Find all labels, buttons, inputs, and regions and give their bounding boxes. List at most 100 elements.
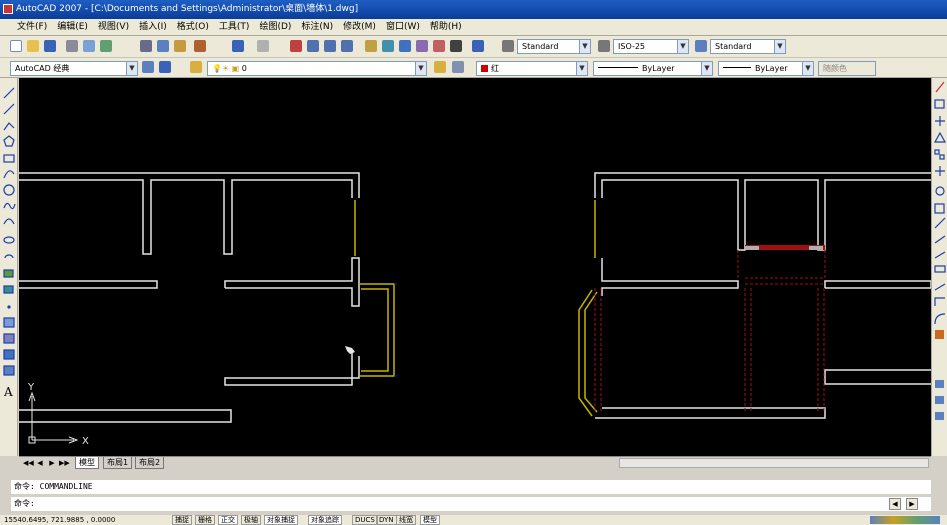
otrack-toggle[interactable]: 对象追踪 bbox=[308, 515, 342, 525]
ellipse-icon[interactable] bbox=[3, 236, 15, 244]
gradient-icon[interactable] bbox=[3, 333, 15, 344]
explode-icon[interactable] bbox=[935, 330, 944, 339]
menu-help[interactable]: 帮助(H) bbox=[425, 19, 467, 36]
layer-select[interactable]: 💡☀ ▣ 0 ▼ bbox=[207, 61, 427, 76]
menu-edit[interactable]: 编辑(E) bbox=[52, 19, 93, 36]
make-object-layer-current-icon[interactable] bbox=[434, 61, 446, 73]
tab-layout2[interactable]: 布局2 bbox=[135, 457, 165, 469]
offset-icon[interactable] bbox=[933, 131, 947, 143]
stretch-icon[interactable] bbox=[934, 217, 946, 229]
grid-toggle[interactable]: 栅格 bbox=[195, 515, 215, 525]
designcenter-icon[interactable] bbox=[382, 40, 394, 52]
extend-icon[interactable] bbox=[934, 251, 946, 259]
workspace-select[interactable]: AutoCAD 经典 ▼ bbox=[10, 61, 138, 76]
help-icon[interactable] bbox=[472, 40, 484, 52]
layer-manager-icon[interactable] bbox=[190, 61, 202, 73]
tab-model[interactable]: 模型 bbox=[75, 457, 99, 469]
text-style-select[interactable]: Standard ▼ bbox=[517, 39, 591, 54]
region-icon[interactable] bbox=[3, 349, 15, 360]
polar-toggle[interactable]: 极轴 bbox=[241, 515, 261, 525]
ducs-toggle[interactable]: DUCS bbox=[352, 515, 378, 525]
open-icon[interactable] bbox=[27, 40, 39, 52]
tab-layout1[interactable]: 布局1 bbox=[103, 457, 133, 469]
hatch-icon[interactable] bbox=[3, 317, 15, 328]
snap-toggle[interactable]: 捕捉 bbox=[172, 515, 192, 525]
menu-format[interactable]: 格式(O) bbox=[172, 19, 214, 36]
drawing-area[interactable]: Y X bbox=[19, 78, 931, 456]
paste-icon[interactable] bbox=[174, 40, 186, 52]
polyline-icon[interactable] bbox=[3, 122, 15, 131]
sheetset-icon[interactable] bbox=[416, 40, 428, 52]
multiline-text-icon[interactable]: A bbox=[3, 385, 13, 399]
arc-icon[interactable] bbox=[3, 170, 15, 179]
tray-icons[interactable] bbox=[870, 516, 940, 524]
table-icon[interactable] bbox=[3, 365, 15, 376]
layer-previous-icon[interactable] bbox=[452, 61, 464, 73]
publish-icon[interactable] bbox=[100, 40, 112, 52]
ellipse-arc-icon[interactable] bbox=[4, 254, 14, 259]
construction-line-icon[interactable] bbox=[3, 103, 15, 115]
chamfer-icon[interactable] bbox=[934, 297, 945, 306]
menu-modify[interactable]: 修改(M) bbox=[338, 19, 381, 36]
horizontal-scrollbar[interactable] bbox=[619, 458, 929, 468]
erase-icon[interactable] bbox=[935, 81, 945, 93]
ortho-toggle[interactable]: 正交 bbox=[218, 515, 238, 525]
fillet-icon[interactable] bbox=[934, 313, 946, 325]
last-tab-icon[interactable]: ▶▶ bbox=[59, 458, 70, 468]
break-icon[interactable] bbox=[934, 265, 946, 273]
matchprop-icon[interactable] bbox=[194, 40, 206, 52]
cut-icon[interactable] bbox=[140, 40, 152, 52]
osnap-toggle[interactable]: 对象捕捉 bbox=[264, 515, 298, 525]
plot-icon[interactable] bbox=[66, 40, 78, 52]
menu-tools[interactable]: 工具(T) bbox=[214, 19, 255, 36]
zoom-previous-icon[interactable] bbox=[341, 40, 353, 52]
undo-icon[interactable] bbox=[232, 40, 244, 52]
circle-icon[interactable] bbox=[3, 184, 15, 196]
menu-draw[interactable]: 绘图(D) bbox=[254, 19, 296, 36]
prev-tab-icon[interactable]: ◀ bbox=[35, 458, 45, 468]
revision-cloud-icon[interactable] bbox=[3, 202, 16, 210]
menu-window[interactable]: 窗口(W) bbox=[381, 19, 425, 36]
rectangle-icon[interactable] bbox=[3, 154, 15, 163]
insert-block-icon[interactable] bbox=[3, 269, 14, 278]
model-toggle[interactable]: 模型 bbox=[420, 515, 440, 525]
spline-icon[interactable] bbox=[3, 218, 15, 225]
menu-view[interactable]: 视图(V) bbox=[93, 19, 134, 36]
menu-dimension[interactable]: 标注(N) bbox=[296, 19, 338, 36]
tools-icon[interactable] bbox=[935, 412, 944, 420]
dyn-toggle[interactable]: DYN bbox=[376, 515, 397, 525]
markup-icon[interactable] bbox=[433, 40, 445, 52]
new-icon[interactable] bbox=[10, 40, 22, 52]
workspace-settings-icon[interactable] bbox=[142, 61, 154, 73]
mirror-icon[interactable] bbox=[935, 116, 945, 126]
zoom-window-icon[interactable] bbox=[324, 40, 336, 52]
array-icon[interactable] bbox=[934, 149, 940, 155]
polygon-icon[interactable] bbox=[3, 135, 15, 147]
color-select[interactable]: 红 ▼ bbox=[476, 61, 588, 76]
calc-icon[interactable] bbox=[450, 40, 462, 52]
rotate-icon[interactable] bbox=[935, 186, 945, 196]
copy-object-icon[interactable] bbox=[934, 99, 945, 109]
autocad-app-icon[interactable] bbox=[3, 4, 13, 14]
draworder-icon[interactable] bbox=[935, 380, 944, 388]
scale-icon[interactable] bbox=[934, 203, 945, 214]
redo-icon[interactable] bbox=[257, 40, 269, 52]
menu-insert[interactable]: 插入(I) bbox=[134, 19, 172, 36]
save-icon[interactable] bbox=[44, 40, 56, 52]
menu-file[interactable]: 文件(F) bbox=[12, 19, 52, 36]
join-icon[interactable] bbox=[934, 283, 946, 291]
command-input[interactable]: 命令: bbox=[11, 497, 931, 511]
preview-icon[interactable] bbox=[83, 40, 95, 52]
command-scroll-left-icon[interactable]: ◀ bbox=[889, 498, 901, 510]
point-icon[interactable] bbox=[7, 305, 11, 309]
lineweight-select[interactable]: ByLayer ▼ bbox=[718, 61, 814, 76]
next-tab-icon[interactable]: ▶ bbox=[47, 458, 57, 468]
dim-style-select[interactable]: ISO-25 ▼ bbox=[613, 39, 689, 54]
pan-icon[interactable] bbox=[290, 40, 302, 52]
plotstyle-select[interactable]: 随颜色 bbox=[818, 61, 876, 76]
linetype-select[interactable]: ByLayer ▼ bbox=[593, 61, 713, 76]
workspace-save-icon[interactable] bbox=[159, 61, 171, 73]
zoom-realtime-icon[interactable] bbox=[307, 40, 319, 52]
first-tab-icon[interactable]: ◀◀ bbox=[23, 458, 34, 468]
properties-icon[interactable] bbox=[365, 40, 377, 52]
